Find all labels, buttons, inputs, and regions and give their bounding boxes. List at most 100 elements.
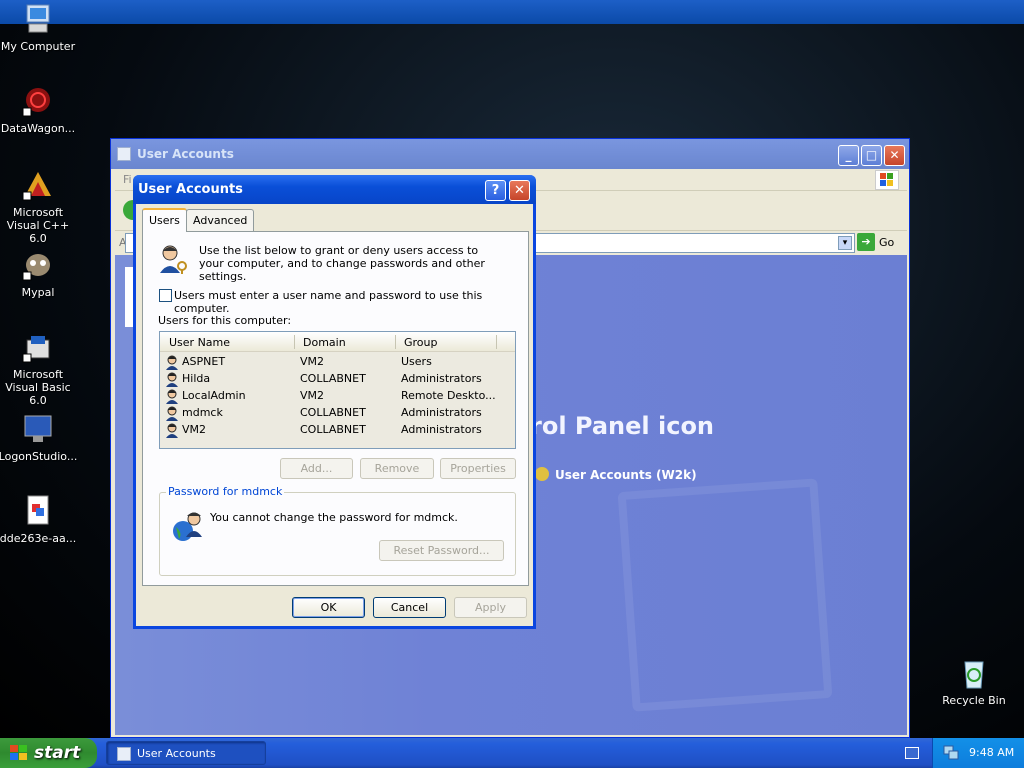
recycle-bin-icon (957, 656, 991, 690)
desktop-icon-label: LogonStudio... (0, 450, 78, 463)
column-separator[interactable] (395, 335, 396, 349)
desktop-icon-logonstudio[interactable]: LogonStudio... (0, 412, 78, 463)
file-icon (21, 494, 55, 528)
desktop-icon-visual-cpp[interactable]: Microsoft Visual C++ 6.0 (0, 168, 78, 245)
properties-button[interactable]: Properties (440, 458, 516, 479)
apply-button[interactable]: Apply (454, 597, 527, 618)
tab-label: Advanced (193, 214, 248, 227)
cell-group: Administrators (401, 372, 482, 385)
tab-advanced[interactable]: Advanced (186, 209, 255, 231)
table-row[interactable]: mdmck COLLABNET Administrators (160, 404, 515, 421)
user-accounts-w2k-link[interactable]: User Accounts (W2k) (555, 468, 697, 482)
close-dialog-button[interactable]: ✕ (509, 180, 530, 201)
user-icon (166, 389, 180, 404)
require-login-label: Users must enter a user name and passwor… (174, 289, 483, 315)
taskbar-item-user-accounts[interactable]: User Accounts (106, 741, 266, 765)
desktop-icon-label: Microsoft Visual Basic 6.0 (5, 368, 71, 407)
table-row[interactable]: ASPNET VM2 Users (160, 353, 515, 370)
password-group: Password for mdmck You cannot change the… (159, 485, 516, 576)
cell-group: Remote Deskto... (401, 389, 496, 402)
visual-basic-icon (21, 330, 55, 364)
maximize-button[interactable]: □ (861, 145, 882, 166)
users-list[interactable]: User Name Domain Group ASPNET VM2 Users Hil… (159, 331, 516, 449)
desktop-icon-label: Recycle Bin (942, 694, 1006, 707)
minimize-button[interactable]: _ (838, 145, 859, 166)
cell-domain: VM2 (300, 355, 325, 368)
windows-flag-icon (10, 745, 28, 761)
help-button[interactable]: ? (485, 180, 506, 201)
desktop-icon-recycle-bin[interactable]: Recycle Bin (934, 656, 1014, 707)
cell-user-name: LocalAdmin (182, 389, 246, 402)
cell-domain: COLLABNET (300, 406, 366, 419)
computer-icon (21, 2, 55, 36)
cell-group: Users (401, 355, 432, 368)
taskbar-item-label: User Accounts (137, 747, 216, 760)
cancel-button[interactable]: Cancel (373, 597, 446, 618)
users-list-label: Users for this computer: (158, 314, 292, 327)
cell-user-name: mdmck (182, 406, 223, 419)
chevron-down-icon[interactable]: ▾ (838, 236, 852, 250)
add-button[interactable]: Add... (280, 458, 353, 479)
cell-domain: COLLABNET (300, 372, 366, 385)
desktop-icon-mypal[interactable]: Mypal (0, 248, 78, 299)
desktop-icon-dde263e[interactable]: dde263e-aa... (0, 494, 78, 545)
go-button[interactable]: Go (879, 236, 894, 249)
column-separator[interactable] (294, 335, 295, 349)
tab-users[interactable]: Users (142, 208, 187, 232)
ok-button[interactable]: OK (292, 597, 365, 618)
dialog-title: User Accounts (138, 182, 243, 197)
cell-group: Administrators (401, 406, 482, 419)
logonstudio-icon (21, 412, 55, 446)
keyboard-icon[interactable] (905, 747, 919, 759)
menu-file[interactable]: Fi (123, 173, 132, 186)
table-row[interactable]: Hilda COLLABNET Administrators (160, 370, 515, 387)
cell-user-name: Hilda (182, 372, 211, 385)
cell-user-name: ASPNET (182, 355, 226, 368)
datawagon-icon (21, 84, 55, 118)
watermark-checkmark (617, 478, 833, 712)
reset-password-button[interactable]: Reset Password... (379, 540, 504, 561)
clock[interactable]: 9:48 AM (969, 746, 1014, 759)
tab-label: Users (149, 214, 180, 227)
table-row[interactable]: VM2 COLLABNET Administrators (160, 421, 515, 438)
users-list-header: User Name Domain Group (160, 332, 515, 352)
desktop-icon-label: Mypal (21, 286, 55, 299)
column-domain[interactable]: Domain (303, 336, 346, 349)
desktop-icon-label: dde263e-aa... (0, 532, 77, 545)
network-icon[interactable] (943, 745, 959, 761)
cell-domain: COLLABNET (300, 423, 366, 436)
password-message: You cannot change the password for mdmck… (210, 511, 458, 524)
background-window-strip (0, 0, 1024, 24)
window-titlebar[interactable]: User Accounts _ □ ✕ (111, 139, 909, 169)
table-row[interactable]: LocalAdmin VM2 Remote Deskto... (160, 387, 515, 404)
column-user-name[interactable]: User Name (169, 336, 230, 349)
mypal-icon (21, 248, 55, 282)
start-button[interactable]: start (0, 738, 97, 768)
column-separator[interactable] (496, 335, 497, 349)
column-group[interactable]: Group (404, 336, 438, 349)
desktop-icon-my-computer[interactable]: My Computer (0, 2, 78, 53)
go-arrow-icon[interactable]: ➔ (857, 233, 875, 251)
panel-heading: rol Panel icon (530, 412, 715, 440)
cell-domain: VM2 (300, 389, 325, 402)
user-accounts-icon (117, 747, 131, 761)
key-icon (535, 467, 549, 481)
desktop-icon-label: DataWagon... (0, 122, 76, 135)
dialog-titlebar[interactable]: User Accounts ? ✕ (133, 175, 536, 204)
user-icon (166, 372, 180, 387)
users-key-icon (157, 243, 189, 275)
desktop-icon-visual-basic[interactable]: Microsoft Visual Basic 6.0 (0, 330, 78, 407)
desktop-icon-label: My Computer (0, 40, 76, 53)
desktop-icon-datawagon[interactable]: DataWagon... (0, 84, 78, 135)
require-login-checkbox[interactable] (159, 289, 172, 302)
window-title: User Accounts (137, 147, 234, 161)
close-window-button[interactable]: ✕ (884, 145, 905, 166)
windows-logo-icon (875, 170, 899, 190)
start-label: start (34, 743, 81, 763)
cell-user-name: VM2 (182, 423, 207, 436)
window-app-icon (117, 147, 131, 161)
remove-button[interactable]: Remove (360, 458, 434, 479)
user-icon (166, 423, 180, 438)
intro-text: Use the list below to grant or deny user… (199, 244, 485, 283)
user-accounts-dialog: User Accounts ? ✕ Users Advanced Use the… (133, 175, 536, 629)
